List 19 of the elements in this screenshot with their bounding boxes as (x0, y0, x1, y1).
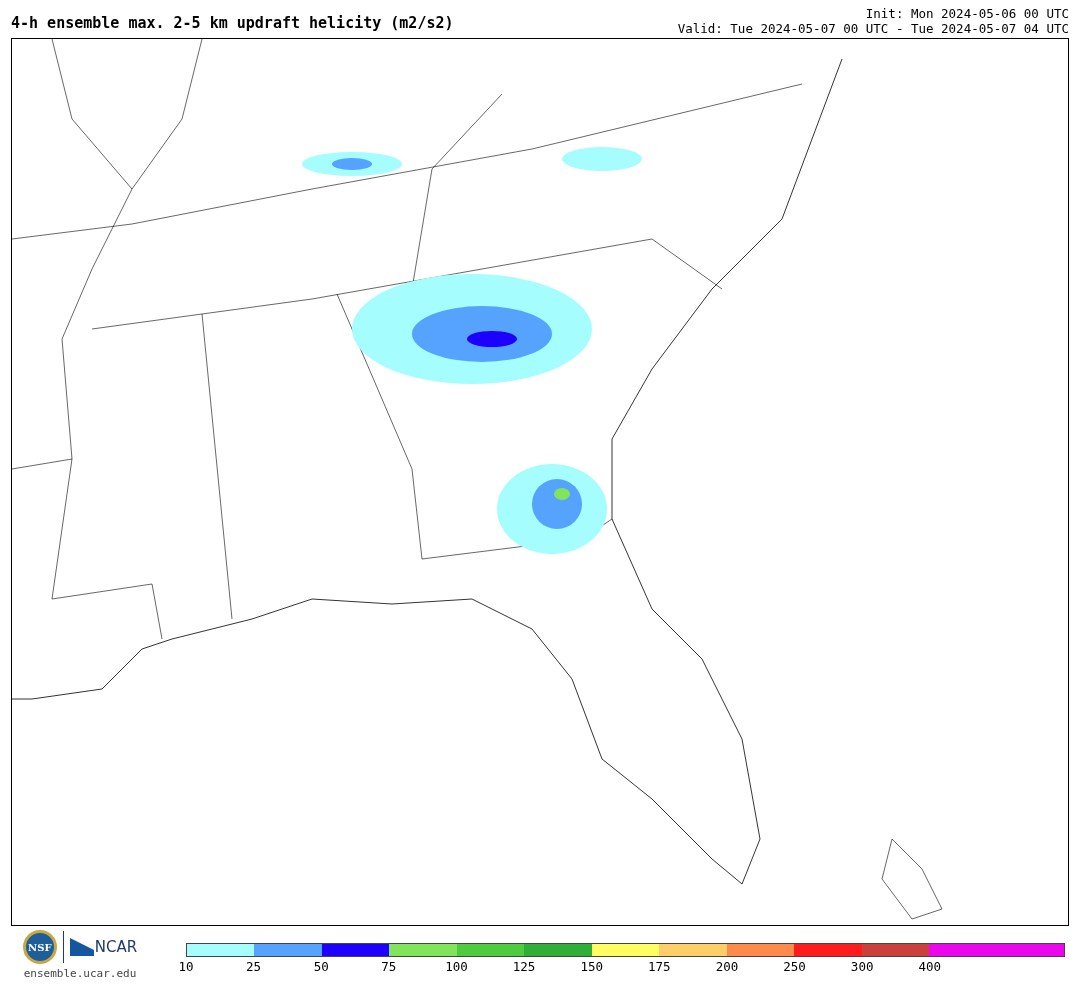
colorbar-label: 175 (648, 961, 671, 974)
ncar-logo-icon (69, 938, 94, 956)
ncar-logo: NCAR (94, 939, 138, 955)
colorbar-label: 100 (445, 961, 468, 974)
colorbar-label: 10 (178, 961, 194, 974)
colorbar-label: 75 (381, 961, 397, 974)
colorbar-label: 150 (580, 961, 603, 974)
colorbar-label: 125 (512, 961, 536, 974)
nsf-logo: NSF (22, 930, 57, 964)
site-url: ensemble.ucar.edu (23, 966, 137, 982)
colorbar-label: 300 (850, 961, 874, 974)
init-time: Init: Mon 2024-05-06 00 UTC (865, 6, 1069, 21)
colorbar-label: 250 (783, 961, 806, 974)
colorbar-label: 400 (918, 961, 942, 974)
colorbar-label: 200 (715, 961, 739, 974)
valid-time: Valid: Tue 2024-05-07 00 UTC - Tue 2024-05-07 04 UTC (677, 21, 1069, 36)
colorbar-label: 50 (313, 961, 329, 974)
colorbar-label: 25 (246, 961, 262, 974)
chart-title: 4-h ensemble max. 2-5 km updraft helicity (m2/s2) (11, 16, 454, 31)
